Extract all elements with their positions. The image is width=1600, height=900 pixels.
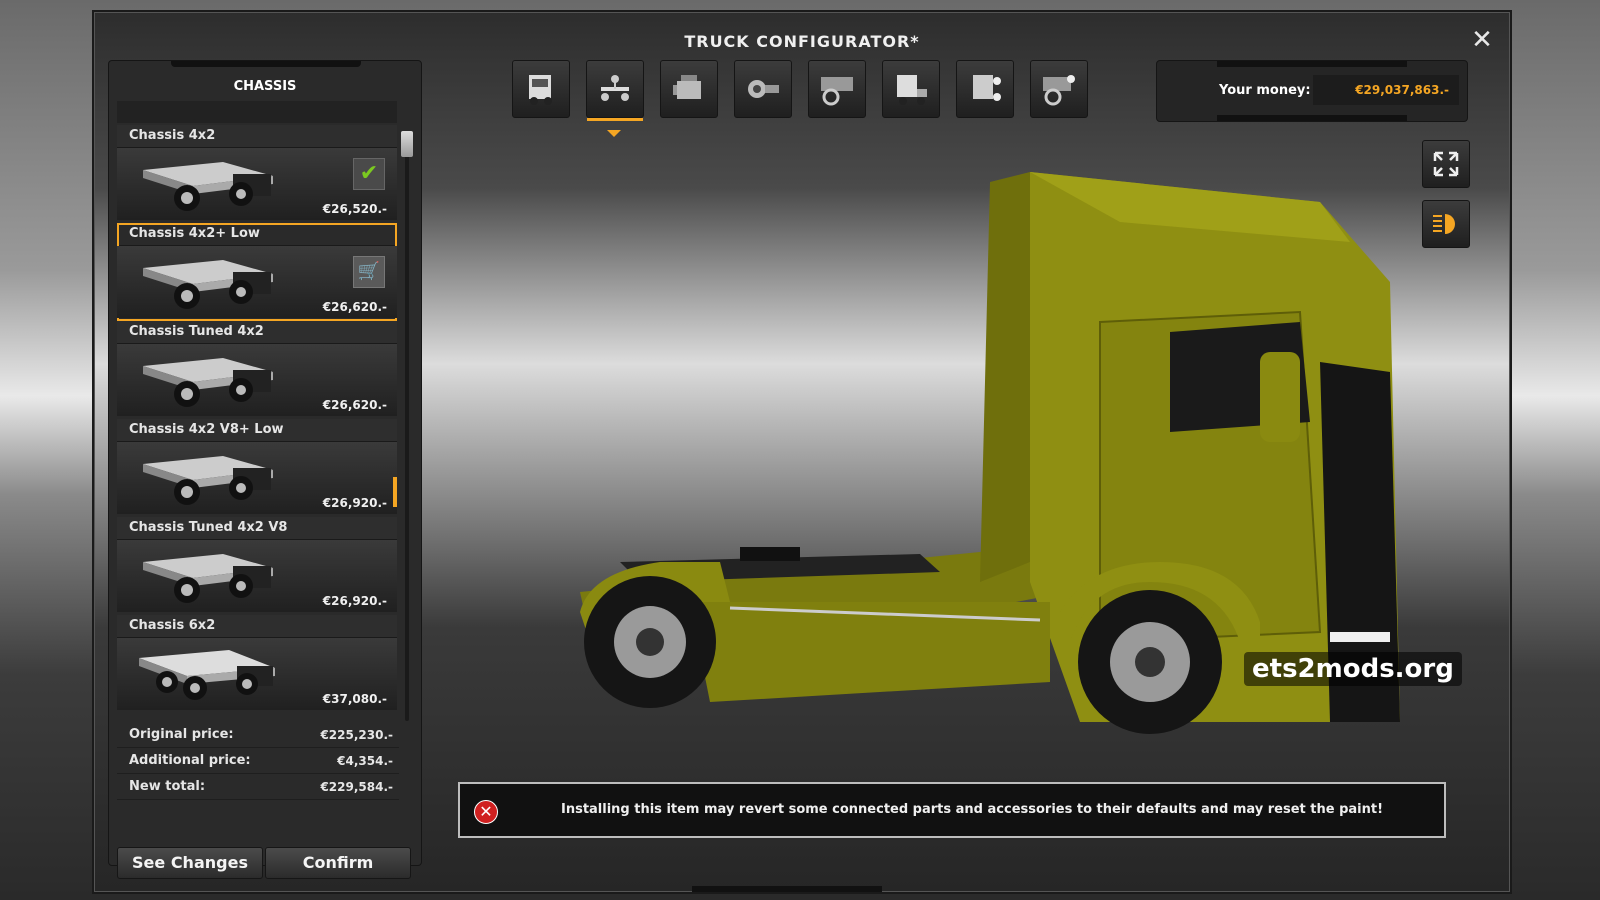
interior-icon [821, 77, 853, 106]
chassis-item[interactable]: Chassis Tuned 4x2 V8 €26,920.- [117, 517, 397, 615]
chassis-item-price: €26,620.- [322, 300, 387, 314]
chassis-item-body: €26,920.- [117, 442, 397, 514]
owned-check-icon: ✔ [353, 158, 385, 190]
tab-trailer[interactable] [882, 60, 940, 118]
chassis-item-name: Chassis 6x2 [117, 615, 397, 638]
chassis-item-name: Chassis 4x2 [117, 125, 397, 148]
panel-top-bar [171, 61, 361, 67]
original-price-value: €225,230.- [320, 728, 393, 742]
cart-icon: 🛒 [353, 256, 385, 288]
trailer-icon [897, 75, 927, 105]
lights-icon [973, 75, 1001, 101]
tab-accessories[interactable] [1030, 60, 1088, 118]
chassis-item-body: €26,920.- [117, 540, 397, 612]
list-scrollbar-thumb[interactable] [401, 131, 413, 157]
chassis-item-price: €37,080.- [322, 692, 387, 706]
tab-cabin[interactable] [512, 60, 570, 118]
list-scrollbar-track[interactable] [405, 131, 409, 721]
panel-title: CHASSIS [233, 79, 297, 94]
tab-engine[interactable] [660, 60, 718, 118]
tab-transmission[interactable] [734, 60, 792, 118]
chassis-item-name: Chassis Tuned 4x2 V8 [117, 517, 397, 540]
chassis-item-body: €37,080.- [117, 638, 397, 710]
new-total-row: New total: €229,584.- [117, 775, 399, 800]
chassis-item-price: €26,620.- [322, 398, 387, 412]
chassis-image [143, 554, 273, 603]
window-title: TRUCK CONFIGURATOR* [684, 32, 920, 51]
engine-icon [673, 75, 701, 99]
chassis-image [139, 650, 275, 700]
chassis-panel: CHASSIS Chassis 4x2 ✔ €26,520.- Chassis … [108, 60, 422, 879]
watermark: ets2mods.org [1244, 652, 1462, 686]
money-value: €29,037,863.- [1313, 75, 1459, 105]
chassis-image [143, 162, 273, 211]
chassis-item[interactable]: Chassis 4x2 V8+ Low €26,920.- [117, 419, 397, 517]
tab-interior[interactable] [808, 60, 866, 118]
new-total-label: New total: [129, 779, 206, 794]
chassis-item-body: €26,620.- [117, 344, 397, 416]
chassis-item-name: Chassis Tuned 4x2 [117, 321, 397, 344]
chassis-item-body: ✔ €26,520.- [117, 148, 397, 220]
chassis-item[interactable]: Chassis Tuned 4x2 €26,620.- [117, 321, 397, 419]
additional-price-value: €4,354.- [337, 754, 393, 768]
chassis-list: Chassis 4x2 ✔ €26,520.- Chassis 4x2+ Low… [117, 125, 397, 721]
money-bottom-bar [1217, 115, 1407, 121]
money-label: Your money: [1219, 83, 1311, 98]
warning-banner: ✕ Installing this item may revert some c… [458, 782, 1446, 838]
original-price-row: Original price: €225,230.- [117, 723, 399, 748]
chassis-item-name: Chassis 4x2 V8+ Low [117, 419, 397, 442]
close-button[interactable]: ✕ [1468, 26, 1496, 54]
transmission-icon [748, 80, 779, 98]
chassis-icon [601, 75, 629, 101]
chassis-item-price: €26,920.- [322, 496, 387, 510]
chassis-item-price: €26,920.- [322, 594, 387, 608]
chassis-image [143, 260, 273, 309]
configurator-window: TRUCK CONFIGURATOR* ✕ CHASSIS Chassis 4x… [92, 10, 1512, 894]
additional-price-row: Additional price: €4,354.- [117, 749, 399, 774]
hover-marker [393, 477, 397, 507]
chassis-item[interactable]: Chassis 6x2 €37,080.- [117, 615, 397, 713]
additional-price-label: Additional price: [129, 753, 251, 768]
chassis-image [143, 456, 273, 505]
see-changes-button[interactable]: See Changes [117, 847, 263, 879]
active-tab-arrow-icon [607, 130, 621, 137]
chassis-item-name: Chassis 4x2+ Low [117, 223, 397, 246]
money-top-bar [1217, 61, 1407, 67]
money-panel: Your money: €29,037,863.- [1156, 60, 1468, 122]
panel-subbar [117, 101, 397, 123]
tab-chassis[interactable] [586, 60, 644, 121]
new-total-value: €229,584.- [320, 780, 393, 794]
chassis-item[interactable]: Chassis 4x2 ✔ €26,520.- [117, 125, 397, 223]
error-icon: ✕ [474, 800, 498, 824]
tab-lights[interactable] [956, 60, 1014, 118]
confirm-button[interactable]: Confirm [265, 847, 411, 879]
warning-text: Installing this item may revert some con… [560, 802, 1383, 817]
accessories-icon [1043, 75, 1075, 106]
chassis-item-body: 🛒 €26,620.- [117, 246, 397, 318]
chassis-image [143, 358, 273, 407]
cabin-icon [529, 75, 552, 105]
chassis-item-price: €26,520.- [322, 202, 387, 216]
chassis-item[interactable]: Chassis 4x2+ Low 🛒 €26,620.- [117, 223, 397, 321]
original-price-label: Original price: [129, 727, 234, 742]
bottom-handle-bar [692, 886, 882, 892]
